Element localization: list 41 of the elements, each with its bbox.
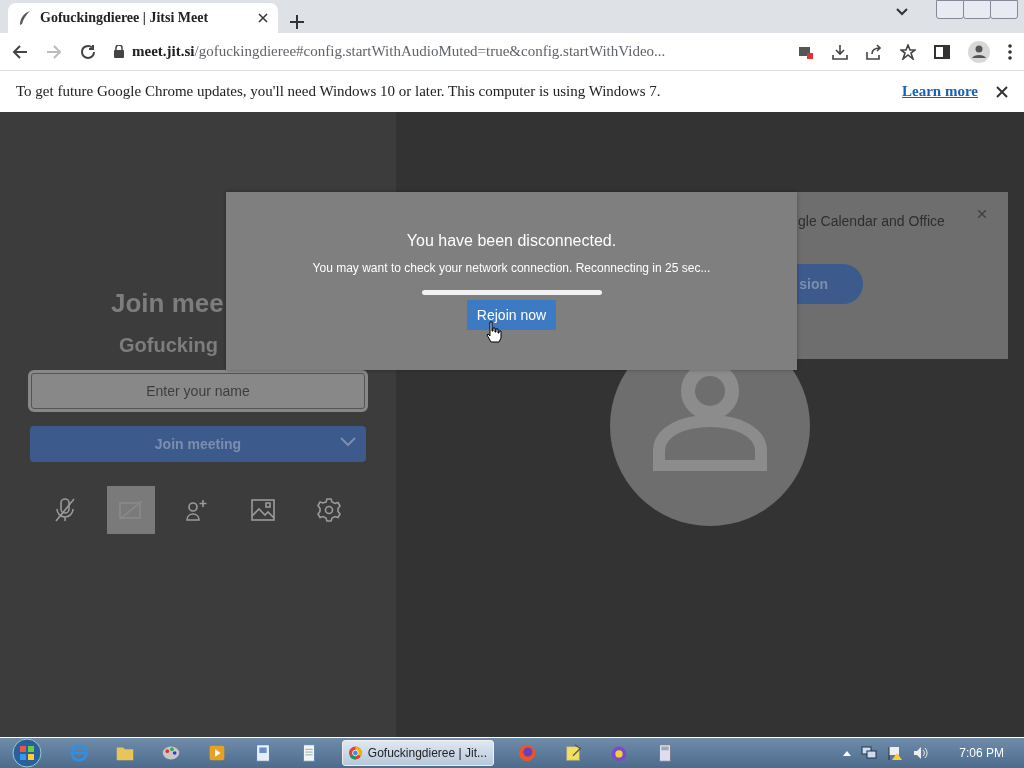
clock: 7:06 PM	[959, 746, 1004, 760]
rejoin-button[interactable]: Rejoin now	[466, 300, 557, 330]
start-button[interactable]	[10, 738, 44, 768]
close-button[interactable]	[990, 0, 1018, 19]
new-tab-icon[interactable]	[290, 15, 304, 29]
close-icon[interactable]	[996, 85, 1008, 98]
caret-icon[interactable]	[843, 750, 852, 756]
taskbar-window-button[interactable]: Gofuckingdieree | Jit...	[342, 740, 494, 766]
dialog-message: You may want to check your network connection. Reconnecting in 25 sec...	[312, 261, 711, 275]
address-field[interactable]: meet.jit.si/gofuckingdieree#config.startWithAudioMuted=true&config.startWithVideo...	[114, 36, 780, 67]
menu-icon[interactable]	[1008, 43, 1012, 60]
dialog-title: You have been disconnected.	[406, 232, 617, 250]
settings-icon	[317, 498, 341, 522]
minimize-button[interactable]	[936, 0, 964, 19]
window-title: Gofuckingdieree | Jit...	[367, 746, 487, 760]
download-icon[interactable]	[832, 43, 848, 60]
flag-icon[interactable]	[887, 746, 904, 760]
lock-icon	[114, 45, 124, 58]
prejoin-title: Join mee	[110, 288, 225, 320]
side-panel-icon[interactable]	[934, 43, 950, 60]
add-person-icon	[185, 498, 209, 522]
profile-icon[interactable]	[968, 40, 990, 63]
hand-cursor-icon	[486, 321, 502, 343]
muted-mic-icon	[54, 497, 76, 523]
learn-more-link[interactable]: Learn more	[902, 83, 978, 100]
notification-message: gle Calendar and Office	[798, 213, 945, 229]
network-icon[interactable]	[861, 746, 878, 760]
close-icon[interactable]	[258, 13, 268, 23]
speaker-icon[interactable]	[913, 746, 930, 760]
feather-icon	[18, 10, 32, 26]
restore-button[interactable]	[963, 0, 991, 19]
image-icon	[251, 499, 275, 521]
name-field[interactable]: Enter your name	[28, 370, 368, 412]
reload-icon[interactable]	[80, 43, 96, 60]
meeting-name: Gofucking	[118, 334, 219, 358]
update-message: To get future Google Chrome updates, you'll need Windows 10 or later. This computer is using Windows 7.	[16, 83, 662, 100]
browser-tab[interactable]: Gofuckingdieree | Jitsi Meet	[8, 3, 278, 33]
star-icon[interactable]	[900, 43, 916, 60]
share-icon[interactable]	[866, 43, 882, 60]
caret-icon[interactable]	[896, 8, 908, 16]
back-icon[interactable]	[12, 43, 28, 60]
